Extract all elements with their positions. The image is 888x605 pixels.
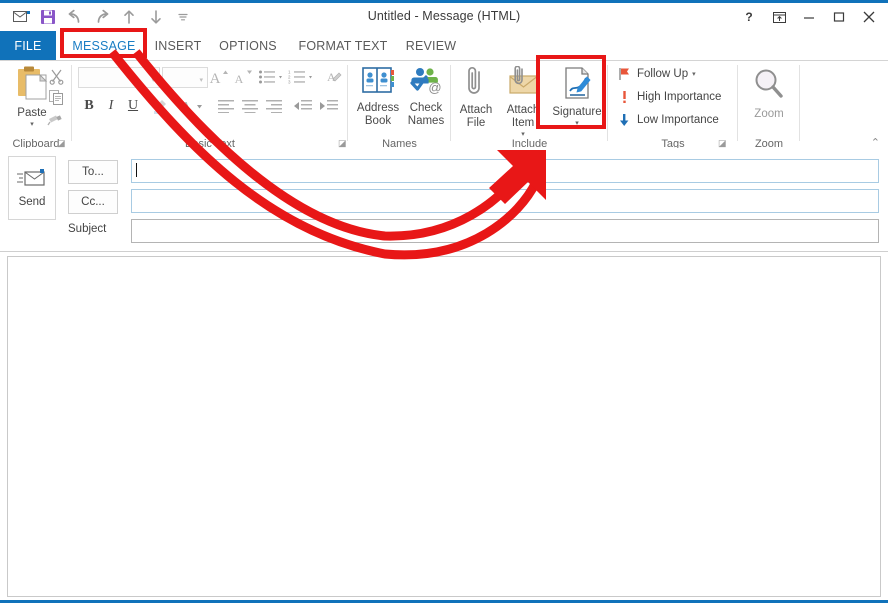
annotation-arrow: [108, 49, 546, 260]
outlook-message-window: Untitled - Message (HTML) ? FILE MESSAGE…: [0, 0, 888, 605]
